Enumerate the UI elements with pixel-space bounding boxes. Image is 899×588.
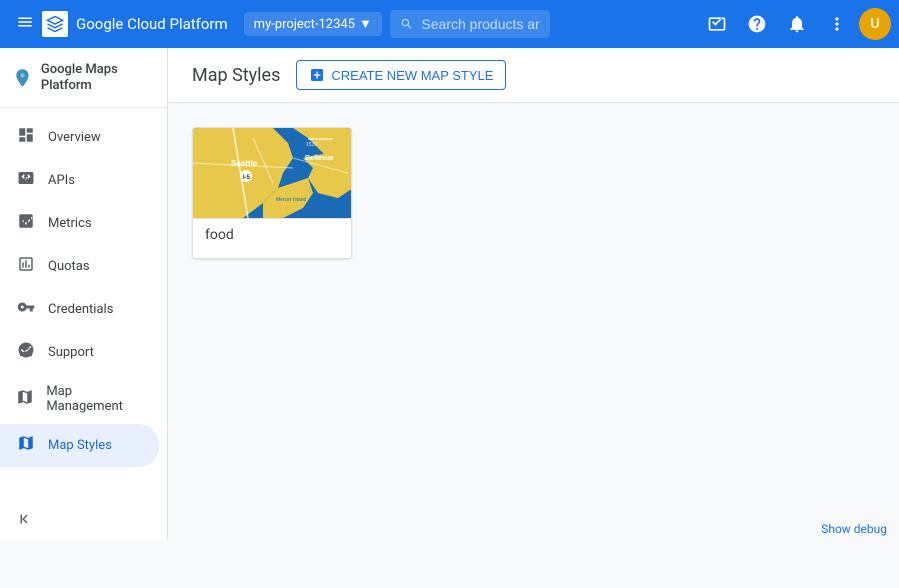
project-selector[interactable]: my-project-12345 ▼ <box>244 12 382 36</box>
sidebar-item-overview[interactable]: Overview <box>0 116 159 159</box>
search-input[interactable] <box>421 16 540 32</box>
sidebar-brand-text: Google Maps Platform <box>41 62 155 93</box>
dropdown-arrow: ▼ <box>359 16 372 32</box>
show-debug-button[interactable]: Show debug <box>809 518 899 540</box>
sidebar-item-map-management-label: Map Management <box>46 384 143 414</box>
sidebar-item-overview-label: Overview <box>48 130 101 145</box>
debug-label: Show debug <box>821 522 887 536</box>
map-thumbnail: Seattle Bellevue Mercer Island I-5 1520 <box>193 128 352 218</box>
apis-icon <box>16 169 36 192</box>
svg-text:Bellevue: Bellevue <box>305 155 334 162</box>
maps-logo-icon <box>12 66 33 90</box>
sidebar-item-map-management[interactable]: Map Management <box>0 374 159 424</box>
sidebar-item-credentials[interactable]: Credentials <box>0 288 159 331</box>
svg-text:Mercer Island: Mercer Island <box>276 197 307 203</box>
avatar[interactable]: U <box>859 8 891 40</box>
sidebar-item-map-styles-label: Map Styles <box>48 438 112 453</box>
sidebar-collapse-btn[interactable] <box>0 498 167 540</box>
search-icon <box>400 16 414 32</box>
sidebar-item-quotas-label: Quotas <box>48 259 90 274</box>
sidebar-item-support-label: Support <box>48 345 94 360</box>
project-name: my-project-12345 <box>254 17 355 32</box>
topbar-title: Google Cloud Platform <box>76 15 228 33</box>
more-icon-btn[interactable] <box>819 6 855 42</box>
search-bar[interactable] <box>390 10 551 38</box>
svg-text:I-5: I-5 <box>243 175 251 181</box>
main-content: Map Styles CREATE NEW MAP STYLE <box>168 48 899 540</box>
notification-icon-btn[interactable] <box>779 6 815 42</box>
plus-icon <box>309 67 325 83</box>
page-title: Map Styles <box>192 65 280 86</box>
main-header: Map Styles CREATE NEW MAP STYLE <box>168 48 899 103</box>
help-icon-btn[interactable] <box>739 6 775 42</box>
metrics-icon <box>16 212 36 235</box>
sidebar-item-metrics[interactable]: Metrics <box>0 202 159 245</box>
topbar-actions: U <box>699 6 891 42</box>
svg-text:Seattle: Seattle <box>231 159 258 168</box>
support-icon <box>16 341 36 364</box>
svg-text:1520: 1520 <box>306 142 317 148</box>
sidebar-brand: Google Maps Platform <box>0 48 167 108</box>
sidebar-item-apis[interactable]: APIs <box>0 159 159 202</box>
sidebar-item-metrics-label: Metrics <box>48 216 92 231</box>
map-management-icon <box>16 388 34 411</box>
sidebar-item-credentials-label: Credentials <box>48 302 113 317</box>
create-btn-label: CREATE NEW MAP STYLE <box>331 68 493 83</box>
map-styles-icon <box>16 434 36 457</box>
layout: Google Maps Platform Overview APIs Metri… <box>0 48 899 540</box>
console-icon-btn[interactable] <box>699 6 735 42</box>
overview-icon <box>16 126 36 149</box>
sidebar: Google Maps Platform Overview APIs Metri… <box>0 48 168 540</box>
gcp-logo-icon <box>42 11 68 37</box>
sidebar-item-quotas[interactable]: Quotas <box>0 245 159 288</box>
map-style-card[interactable]: Seattle Bellevue Mercer Island I-5 1520 … <box>192 127 352 259</box>
sidebar-item-map-styles[interactable]: Map Styles <box>0 424 159 467</box>
content-area: Seattle Bellevue Mercer Island I-5 1520 … <box>168 103 899 283</box>
menu-icon[interactable] <box>8 5 42 43</box>
sidebar-item-apis-label: APIs <box>48 173 75 188</box>
credentials-icon <box>16 298 36 321</box>
map-card-label: food <box>193 218 351 258</box>
topbar: Google Cloud Platform my-project-12345 ▼… <box>0 0 899 48</box>
topbar-logo: Google Cloud Platform <box>42 11 228 37</box>
sidebar-item-support[interactable]: Support <box>0 331 159 374</box>
map-preview-svg: Seattle Bellevue Mercer Island I-5 1520 <box>193 128 352 218</box>
quotas-icon <box>16 255 36 278</box>
create-new-map-style-button[interactable]: CREATE NEW MAP STYLE <box>296 60 506 90</box>
sidebar-nav: Overview APIs Metrics Quotas <box>0 108 167 498</box>
